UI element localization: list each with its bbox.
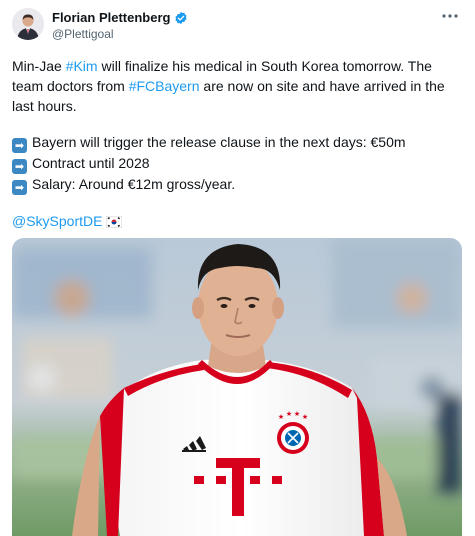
svg-text:★: ★ <box>286 410 292 418</box>
right-arrow-emoji-icon: ➡ <box>12 138 27 153</box>
svg-text:★: ★ <box>302 413 308 421</box>
south-korea-flag-icon <box>106 213 123 233</box>
hashtag-fcbayern-link[interactable]: #FCBayern <box>129 78 200 94</box>
verified-badge-icon <box>174 11 188 25</box>
svg-text:★: ★ <box>278 413 284 421</box>
tweet-photo[interactable]: ★ ★ ★ ★ <box>12 238 462 536</box>
tweet-text: Min-Jae #Kim will finalize his medical i… <box>12 56 457 233</box>
bullet-line: ➡ Bayern will trigger the release clause … <box>12 132 457 153</box>
bullet-line: ➡ Contract until 2028 <box>12 153 457 174</box>
author-name[interactable]: Florian Plettenberg <box>52 10 170 25</box>
tweet-paragraph: Min-Jae #Kim will finalize his medical i… <box>12 56 457 116</box>
bullet-text: Bayern will trigger the release clause i… <box>32 134 406 150</box>
bullet-text: Contract until 2028 <box>32 155 150 171</box>
mention-skysportde-link[interactable]: @SkySportDE <box>12 213 102 229</box>
right-arrow-emoji-icon: ➡ <box>12 159 27 174</box>
mention-line: @SkySportDE <box>12 211 457 233</box>
svg-text:★: ★ <box>294 410 300 418</box>
right-arrow-emoji-icon: ➡ <box>12 180 27 195</box>
tweet-header: Florian Plettenberg @Plettigoal <box>12 8 463 44</box>
author-handle[interactable]: @Plettigoal <box>52 27 114 41</box>
bullet-text: Salary: Around €12m gross/year. <box>32 176 236 192</box>
bullet-line: ➡ Salary: Around €12m gross/year. <box>12 174 457 195</box>
avatar[interactable] <box>12 8 44 40</box>
more-options-icon[interactable] <box>439 8 461 24</box>
text-span: Min-Jae <box>12 58 66 74</box>
hashtag-kim-link[interactable]: #Kim <box>66 58 98 74</box>
